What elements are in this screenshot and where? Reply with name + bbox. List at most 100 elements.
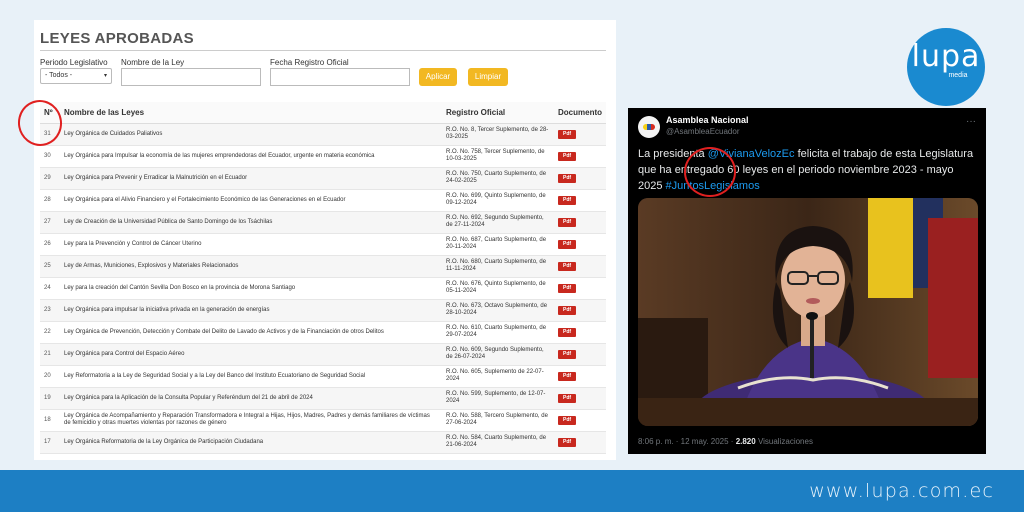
table-row: 30 Ley Orgánica para Impulsar la economía… bbox=[40, 145, 606, 168]
document-cell: Pdf bbox=[554, 365, 606, 388]
annotation-circle-60-leyes bbox=[684, 147, 736, 197]
more-icon[interactable]: ··· bbox=[966, 116, 976, 127]
document-cell: Pdf bbox=[554, 167, 606, 190]
avatar[interactable] bbox=[638, 116, 660, 138]
tweet-time[interactable]: 8:06 p. m. · 12 may. 2025 · bbox=[638, 437, 736, 446]
row-number: 22 bbox=[40, 321, 60, 344]
table-row: 31 Ley Orgánica de Cuidados Paliativos R.O… bbox=[40, 123, 606, 146]
law-name-link[interactable]: Ley Orgánica para Control del Espacio Aé… bbox=[60, 343, 442, 366]
law-name-link[interactable]: Ley de Creación de la Universidad Públic… bbox=[60, 211, 442, 234]
row-number: 23 bbox=[40, 299, 60, 322]
row-number: 24 bbox=[40, 277, 60, 300]
apply-button[interactable]: Aplicar bbox=[419, 68, 457, 86]
footer-url[interactable]: www.lupa.com.ec bbox=[809, 480, 994, 502]
law-name-input[interactable] bbox=[121, 68, 261, 86]
row-number: 25 bbox=[40, 255, 60, 278]
row-number: 29 bbox=[40, 167, 60, 190]
tweet-photo[interactable] bbox=[638, 198, 978, 426]
register-info: R.O. No. 673, Octavo Suplemento, de 28-1… bbox=[442, 299, 554, 322]
law-name-link[interactable]: Ley Orgánica de Prevención, Detección y … bbox=[60, 321, 442, 344]
law-name-link[interactable]: Ley para la Prevención y Control de Cánc… bbox=[60, 233, 442, 256]
laws-table-body: 31 Ley Orgánica de Cuidados Paliativos R.O… bbox=[40, 123, 606, 454]
table-row: 25 Ley de Armas, Municiones, Explosivos y… bbox=[40, 255, 606, 278]
pdf-download-button[interactable]: Pdf bbox=[558, 173, 577, 183]
laws-table: Nº Nombre de las Leyes Registro Oficial … bbox=[40, 102, 606, 454]
law-name-link[interactable]: Ley Orgánica para Impulsar la economía d… bbox=[60, 145, 442, 168]
register-info: R.O. No. 610, Cuarto Suplemento, de 29-0… bbox=[442, 321, 554, 344]
row-number: 30 bbox=[40, 145, 60, 168]
law-name-link[interactable]: Ley Orgánica de Acompañamiento y Reparac… bbox=[60, 409, 442, 432]
law-name-label: Nombre de la Ley bbox=[121, 58, 185, 67]
caret-down-icon: ▾ bbox=[103, 73, 107, 79]
law-name-link[interactable]: Ley Orgánica Reformatoria de la Ley Orgá… bbox=[60, 431, 442, 454]
pdf-download-button[interactable]: Pdf bbox=[558, 195, 577, 205]
document-cell: Pdf bbox=[554, 431, 606, 454]
pdf-download-button[interactable]: Pdf bbox=[558, 437, 577, 447]
document-cell: Pdf bbox=[554, 277, 606, 300]
law-name-link[interactable]: Ley Orgánica para la Aplicación de la Co… bbox=[60, 387, 442, 410]
pdf-download-button[interactable]: Pdf bbox=[558, 349, 577, 359]
law-name-link[interactable]: Ley de Armas, Municiones, Explosivos y M… bbox=[60, 255, 442, 278]
views-count: 2.820 bbox=[735, 437, 756, 446]
register-info: R.O. No. 584, Cuarto Suplemento, de 21-0… bbox=[442, 431, 554, 454]
register-info: R.O. No. 750, Cuarto Suplemento, de 24-0… bbox=[442, 167, 554, 190]
register-info: R.O. No. 687, Cuarto Suplemento, de 20-1… bbox=[442, 233, 554, 256]
pdf-download-button[interactable]: Pdf bbox=[558, 129, 577, 139]
document-cell: Pdf bbox=[554, 299, 606, 322]
period-select[interactable]: - Todos - ▾ bbox=[40, 68, 112, 84]
pdf-download-button[interactable]: Pdf bbox=[558, 261, 577, 271]
law-name-link[interactable]: Ley Orgánica de Cuidados Paliativos bbox=[60, 123, 442, 146]
document-cell: Pdf bbox=[554, 387, 606, 410]
photo-illustration bbox=[638, 198, 978, 426]
pdf-download-button[interactable]: Pdf bbox=[558, 283, 577, 293]
table-row: 22 Ley Orgánica de Prevención, Detección … bbox=[40, 321, 606, 344]
law-name-link[interactable]: Ley para la creación del Cantón Sevilla … bbox=[60, 277, 442, 300]
pdf-download-button[interactable]: Pdf bbox=[558, 415, 577, 425]
tweet-author-name[interactable]: Asamblea Nacional bbox=[666, 115, 749, 125]
pdf-download-button[interactable]: Pdf bbox=[558, 305, 577, 315]
row-number: 27 bbox=[40, 211, 60, 234]
table-row: 20 Ley Reformatoria a la Ley de Seguridad… bbox=[40, 365, 606, 388]
law-name-link[interactable]: Ley Orgánica para impulsar la iniciativa… bbox=[60, 299, 442, 322]
title-divider bbox=[40, 50, 606, 51]
table-row: 27 Ley de Creación de la Universidad Públ… bbox=[40, 211, 606, 234]
logo-word: lupa bbox=[911, 39, 981, 74]
document-cell: Pdf bbox=[554, 343, 606, 366]
table-row: 17 Ley Orgánica Reformatoria de la Ley Or… bbox=[40, 431, 606, 454]
row-number: 20 bbox=[40, 365, 60, 388]
seal-icon bbox=[643, 124, 655, 130]
pdf-download-button[interactable]: Pdf bbox=[558, 371, 577, 381]
pdf-download-button[interactable]: Pdf bbox=[558, 151, 577, 161]
document-cell: Pdf bbox=[554, 189, 606, 212]
document-cell: Pdf bbox=[554, 255, 606, 278]
pdf-download-button[interactable]: Pdf bbox=[558, 393, 577, 403]
law-name-link[interactable]: Ley Orgánica para Prevenir y Erradicar l… bbox=[60, 167, 442, 190]
document-cell: Pdf bbox=[554, 409, 606, 432]
document-cell: Pdf bbox=[554, 145, 606, 168]
table-row: 29 Ley Orgánica para Prevenir y Erradicar… bbox=[40, 167, 606, 190]
table-row: 28 Ley Orgánica para el Alivio Financiero… bbox=[40, 189, 606, 212]
row-number: 21 bbox=[40, 343, 60, 366]
register-info: R.O. No. 605, Suplemento de 22-07-2024 bbox=[442, 365, 554, 388]
tweet-author-handle[interactable]: @AsambleaEcuador bbox=[666, 127, 740, 136]
register-info: R.O. No. 588, Tercero Suplemento, de 27-… bbox=[442, 409, 554, 432]
pdf-download-button[interactable]: Pdf bbox=[558, 239, 577, 249]
law-name-link[interactable]: Ley Orgánica para el Alivio Financiero y… bbox=[60, 189, 442, 212]
date-input[interactable] bbox=[270, 68, 410, 86]
table-row: 18 Ley Orgánica de Acompañamiento y Repar… bbox=[40, 409, 606, 432]
col-document: Documento bbox=[554, 102, 606, 124]
period-label: Periodo Legislativo bbox=[40, 58, 108, 67]
pdf-download-button[interactable]: Pdf bbox=[558, 217, 577, 227]
table-row: 24 Ley para la creación del Cantón Sevill… bbox=[40, 277, 606, 300]
tweet-meta: 8:06 p. m. · 12 may. 2025 · 2.820 Visual… bbox=[638, 437, 813, 446]
clear-button[interactable]: Limpiar bbox=[468, 68, 508, 86]
register-info: R.O. No. 758, Tercer Suplemento, de 10-0… bbox=[442, 145, 554, 168]
pdf-download-button[interactable]: Pdf bbox=[558, 327, 577, 337]
register-info: R.O. No. 692, Segundo Suplemento, de 27-… bbox=[442, 211, 554, 234]
table-row: 23 Ley Orgánica para impulsar la iniciati… bbox=[40, 299, 606, 322]
document-cell: Pdf bbox=[554, 211, 606, 234]
register-info: R.O. No. 609, Segundo Suplemento, de 26-… bbox=[442, 343, 554, 366]
law-name-link[interactable]: Ley Reformatoria a la Ley de Seguridad S… bbox=[60, 365, 442, 388]
row-number: 17 bbox=[40, 431, 60, 454]
register-info: R.O. No. 699, Quinto Suplemento, de 09-1… bbox=[442, 189, 554, 212]
